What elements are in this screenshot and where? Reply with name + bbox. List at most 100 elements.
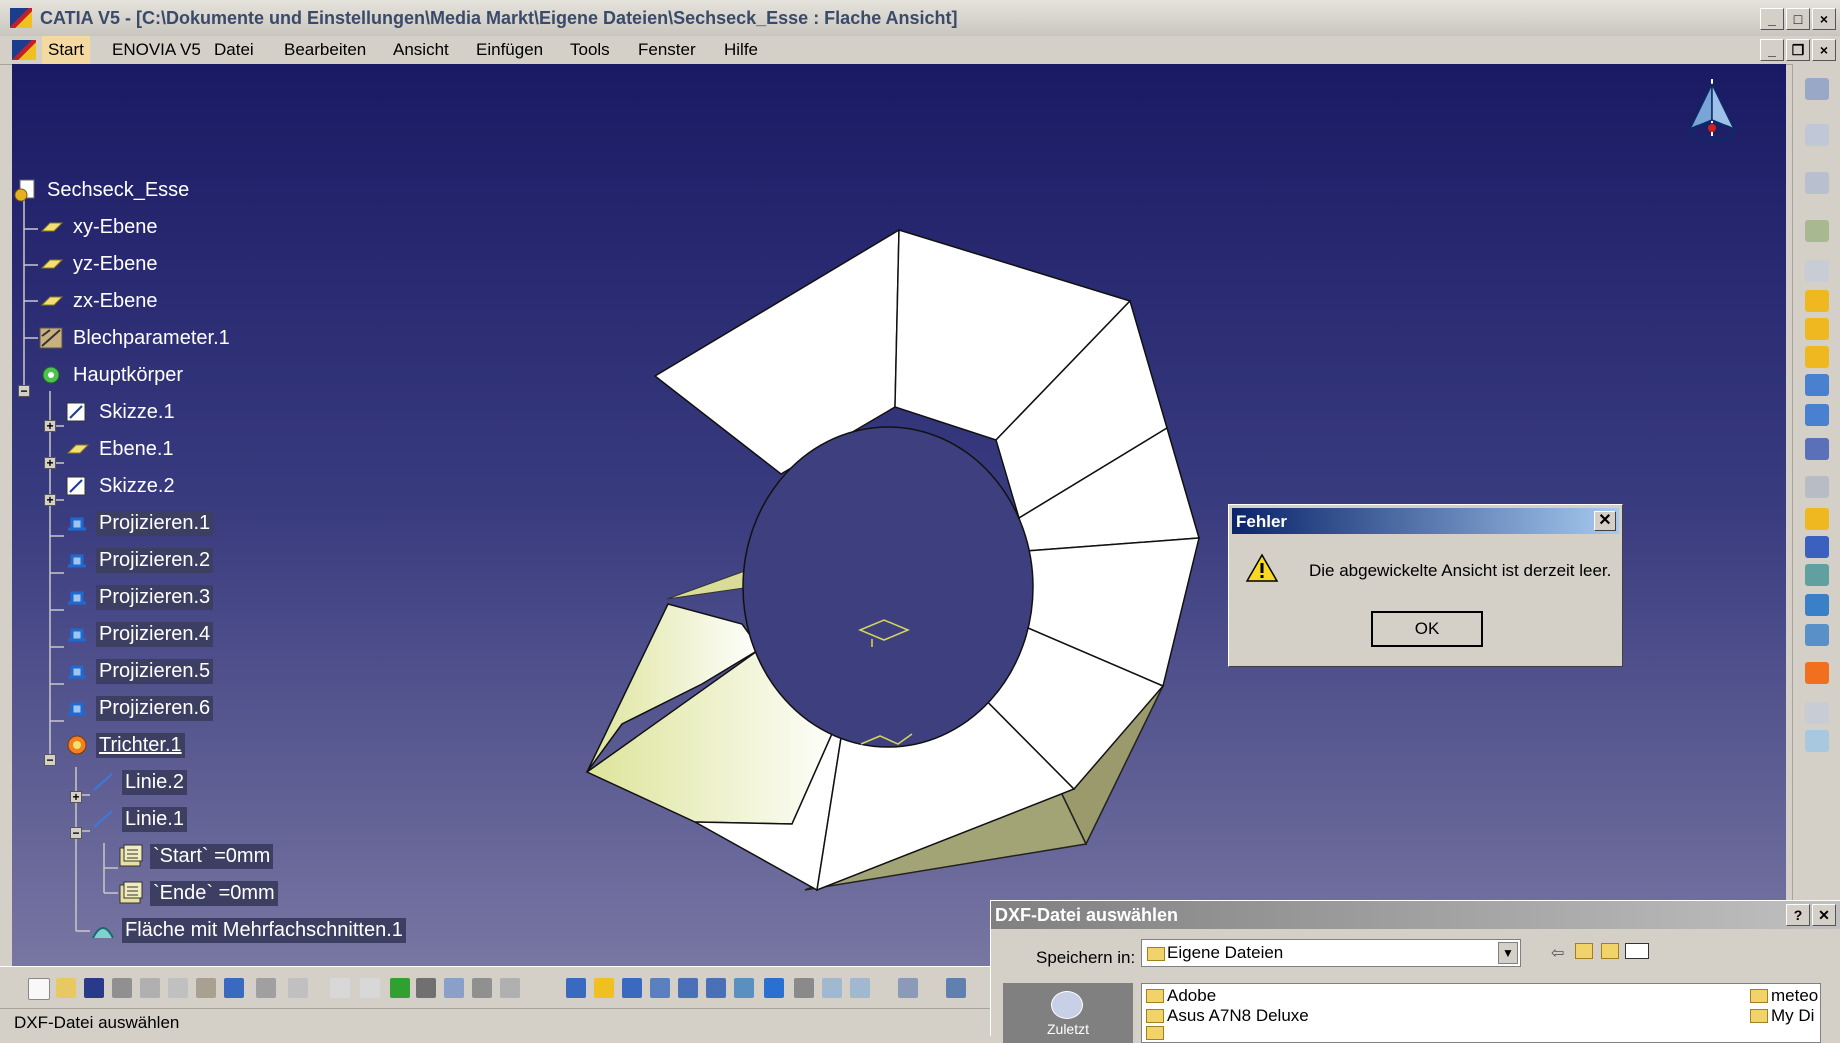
wall-params-icon[interactable] — [1805, 220, 1829, 242]
open-file-icon[interactable] — [56, 978, 76, 998]
flange-icon[interactable] — [1805, 290, 1829, 312]
formula-icon[interactable] — [330, 978, 350, 998]
corner-icon[interactable] — [1805, 564, 1829, 586]
rotate-icon[interactable] — [650, 978, 670, 998]
error-dialog-close-button[interactable]: ✕ — [1594, 511, 1616, 531]
hide-show-icon[interactable] — [822, 978, 842, 998]
collapse-toggle[interactable]: − — [70, 827, 82, 839]
places-recent[interactable]: Zuletzt — [1003, 983, 1133, 1043]
update-icon[interactable] — [390, 978, 410, 998]
menu-fenster[interactable]: Fenster — [632, 36, 702, 64]
pan-icon[interactable] — [622, 978, 642, 998]
back-icon[interactable]: ⇦ — [1551, 943, 1564, 963]
zoom-out-icon[interactable] — [706, 978, 726, 998]
stamp-icon[interactable] — [1805, 508, 1829, 530]
iso-view-icon[interactable] — [764, 978, 784, 998]
tree-node-sheetmetal-params[interactable]: Blechparameter.1 — [38, 323, 233, 353]
list-item[interactable]: My Di — [1750, 1006, 1814, 1026]
compass-icon[interactable] — [1682, 74, 1742, 154]
tree-node-sketch-2[interactable]: Skizze.2 — [64, 471, 178, 501]
tree-node-param-start[interactable]: `Start` =0mm — [118, 841, 274, 871]
annotation-icon[interactable] — [360, 978, 380, 998]
select-arrow-icon[interactable] — [1805, 124, 1829, 146]
minimize-button[interactable]: _ — [1760, 8, 1784, 30]
save-in-select[interactable]: Eigene Dateien ▼ — [1141, 939, 1521, 967]
chamfer-icon[interactable] — [1805, 594, 1829, 616]
tree-node-funnel-1[interactable]: Trichter.1 — [64, 730, 185, 760]
expand-toggle[interactable]: + — [44, 494, 56, 506]
print-icon[interactable] — [112, 978, 132, 998]
view-menu-icon[interactable] — [1625, 943, 1649, 959]
catalog-icon[interactable] — [472, 978, 492, 998]
sheetmetal-tool-icon[interactable] — [1805, 78, 1829, 100]
view-icon[interactable] — [1805, 476, 1829, 498]
menu-tools[interactable]: Tools — [564, 36, 616, 64]
dxf-dialog-titlebar[interactable]: DXF-Datei auswählen ? ✕ — [991, 901, 1840, 929]
undo-icon[interactable] — [224, 978, 244, 998]
paste-icon[interactable] — [196, 978, 216, 998]
zoom-in-icon[interactable] — [678, 978, 698, 998]
bend-icon[interactable] — [1805, 374, 1829, 396]
quick-view-icon[interactable] — [946, 978, 966, 998]
pattern-icon[interactable] — [1805, 536, 1829, 558]
doc-close-button[interactable]: × — [1812, 39, 1836, 61]
menu-start[interactable]: Start — [42, 36, 90, 64]
doc-minimize-button[interactable]: _ — [1760, 39, 1784, 61]
expand-toggle[interactable]: + — [70, 791, 82, 803]
tree-node-projection-1[interactable]: Projizieren.1 — [64, 508, 214, 538]
tree-node-line-1[interactable]: Linie.1 — [90, 804, 187, 834]
help-pointer-icon[interactable] — [288, 978, 308, 998]
doc-restore-button[interactable]: ❐ — [1786, 39, 1810, 61]
expand-toggle[interactable]: + — [44, 420, 56, 432]
cut-icon[interactable] — [140, 978, 160, 998]
ok-button[interactable]: OK — [1371, 611, 1483, 647]
table-icon[interactable] — [416, 978, 436, 998]
unfold-icon[interactable] — [1805, 404, 1829, 426]
close-button[interactable]: × — [1812, 8, 1836, 30]
cutout-icon[interactable] — [1805, 438, 1829, 460]
expand-toggle[interactable]: + — [44, 457, 56, 469]
tree-node-root[interactable]: Sechseck_Esse — [12, 175, 192, 205]
tear-drop-icon[interactable] — [1805, 346, 1829, 368]
chevron-down-icon[interactable]: ▼ — [1498, 942, 1518, 964]
mirror-icon[interactable] — [1805, 624, 1829, 646]
tree-node-loft-1[interactable]: Fläche mit Mehrfachschnitten.1 — [90, 915, 406, 945]
tree-node-projection-3[interactable]: Projizieren.3 — [64, 582, 214, 612]
maximize-button[interactable]: □ — [1786, 8, 1810, 30]
tree-node-projection-5[interactable]: Projizieren.5 — [64, 656, 214, 686]
tree-node-projection-6[interactable]: Projizieren.6 — [64, 693, 214, 723]
fit-all-icon[interactable] — [594, 978, 614, 998]
menu-enovia[interactable]: ENOVIA V5 — [106, 36, 207, 64]
measure-icon[interactable] — [500, 978, 520, 998]
dxf-export-icon[interactable] — [1805, 662, 1829, 684]
tree-node-plane-1[interactable]: Ebene.1 — [64, 434, 177, 464]
tree-node-projection-4[interactable]: Projizieren.4 — [64, 619, 214, 649]
shading-icon[interactable] — [794, 978, 814, 998]
collapse-toggle[interactable]: − — [44, 754, 56, 766]
save-icon[interactable] — [84, 978, 104, 998]
redo-icon[interactable] — [256, 978, 276, 998]
up-folder-icon[interactable] — [1575, 943, 1593, 959]
axis-system-icon[interactable] — [1805, 730, 1829, 752]
list-item[interactable]: Adobe — [1146, 986, 1216, 1006]
multi-view-icon[interactable] — [898, 978, 918, 998]
collapse-toggle[interactable]: − — [18, 385, 30, 397]
menu-einfuegen[interactable]: Einfügen — [470, 36, 549, 64]
tree-node-param-end[interactable]: `Ende` =0mm — [118, 878, 278, 908]
list-item[interactable]: meteo — [1750, 986, 1818, 1006]
hem-icon[interactable] — [1805, 318, 1829, 340]
copy-icon[interactable] — [168, 978, 188, 998]
file-list[interactable]: Adobe Asus A7N8 Deluxe meteo My Di — [1141, 983, 1821, 1043]
tree-node-line-2[interactable]: Linie.2 — [90, 767, 187, 797]
tree-node-main-body[interactable]: Hauptkörper — [38, 360, 186, 390]
sketcher-icon[interactable] — [1805, 172, 1829, 194]
tree-node-projection-2[interactable]: Projizieren.2 — [64, 545, 214, 575]
tree-node-sketch-1[interactable]: Skizze.1 — [64, 397, 178, 427]
menu-ansicht[interactable]: Ansicht — [387, 36, 455, 64]
bounding-box-icon[interactable] — [1805, 702, 1829, 724]
help-button[interactable]: ? — [1786, 904, 1810, 926]
wall-icon[interactable] — [1805, 260, 1829, 282]
tree-icon[interactable] — [444, 978, 464, 998]
tree-node-zx-plane[interactable]: zx-Ebene — [38, 286, 161, 316]
error-dialog-titlebar[interactable]: Fehler ✕ — [1232, 508, 1619, 534]
